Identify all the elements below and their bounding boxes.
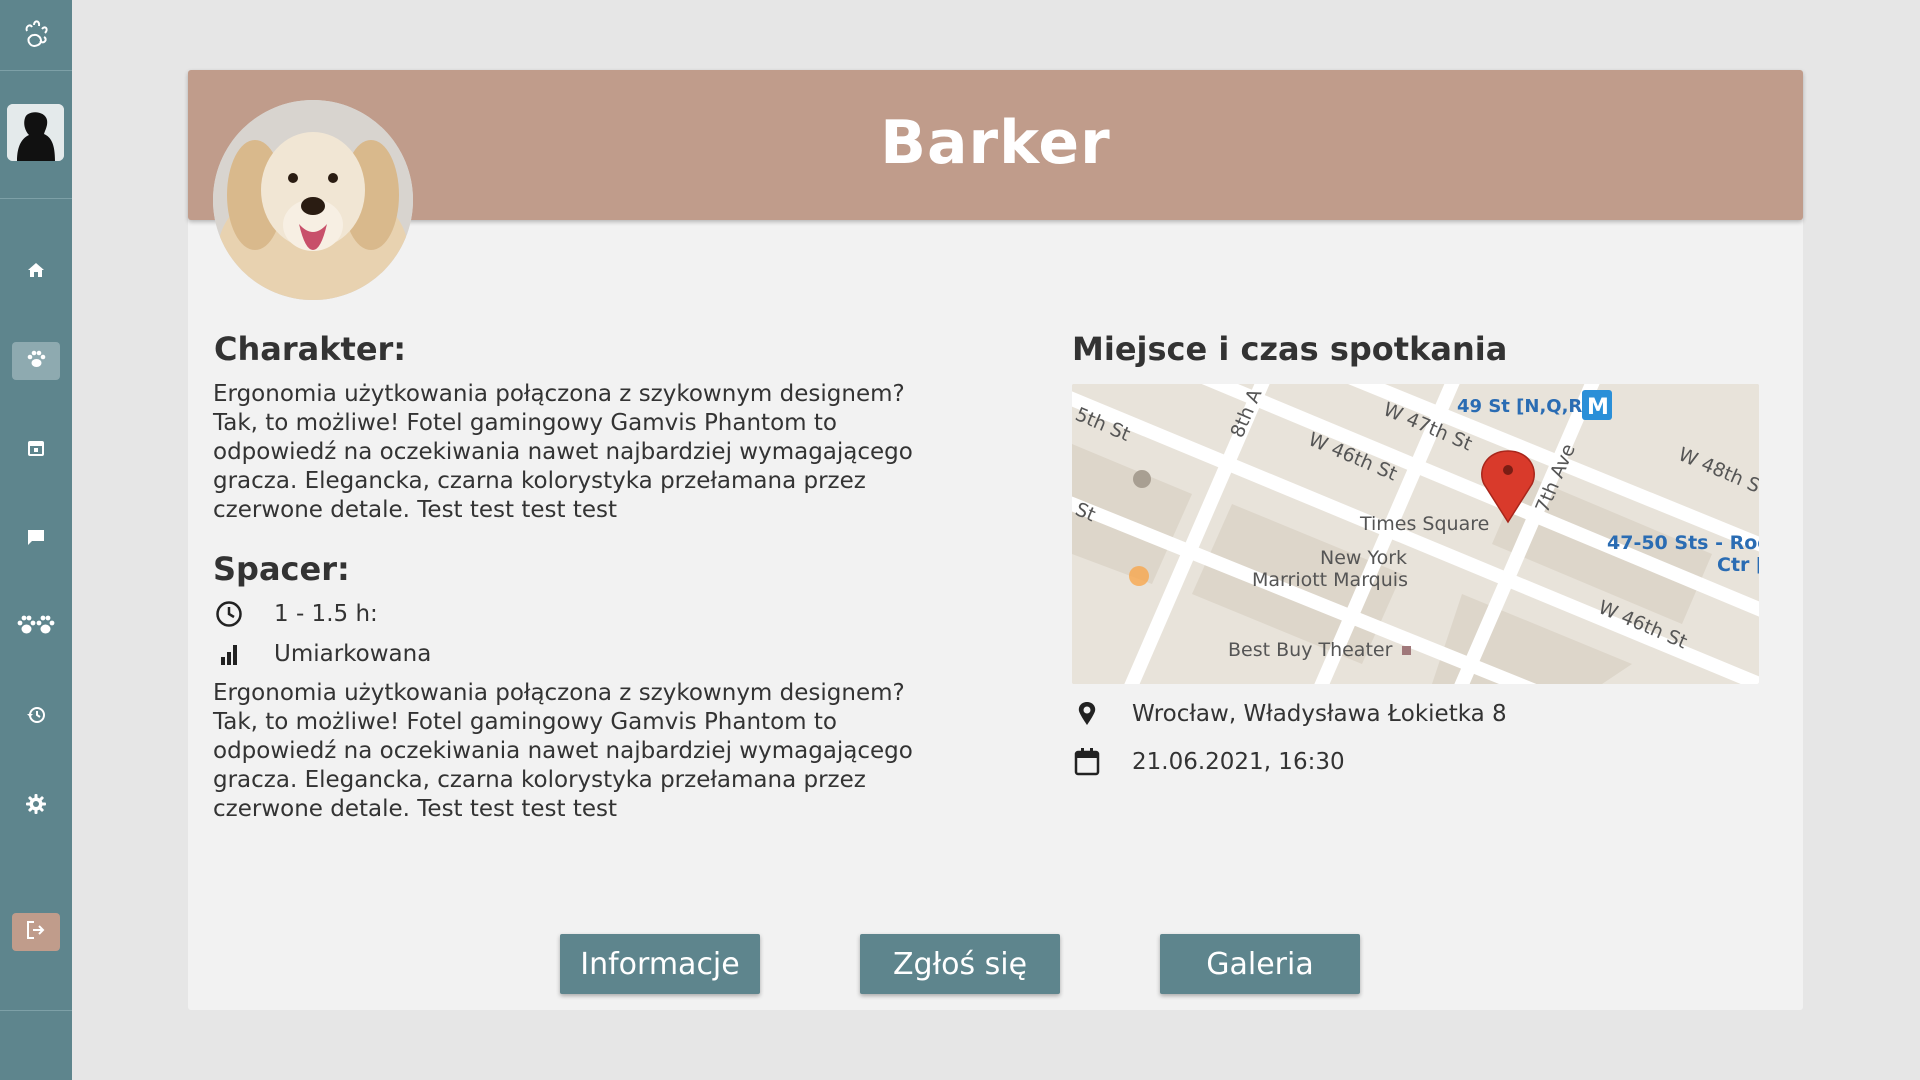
- sidebar-divider: [0, 198, 72, 199]
- paw-icon: [25, 348, 47, 374]
- meeting-address-row: Wrocław, Władysława Łokietka 8: [1072, 699, 1507, 729]
- meeting-datetime: 21.06.2021, 16:30: [1132, 749, 1345, 775]
- chat-icon: [26, 527, 46, 551]
- gear-icon: [25, 793, 47, 819]
- gallery-button[interactable]: Galeria: [1160, 934, 1360, 994]
- app-logo-icon[interactable]: [0, 0, 72, 70]
- walk-duration: 1 - 1.5 h:: [274, 601, 378, 627]
- sidebar-divider: [0, 1010, 72, 1011]
- sidebar-item-community[interactable]: [12, 609, 60, 647]
- clock-icon: [214, 599, 244, 629]
- walk-description: Ergonomia użytkowania połączona z szykow…: [213, 680, 913, 822]
- map-label: Ctr [I: [1717, 554, 1759, 576]
- sidebar-item-home[interactable]: [12, 253, 60, 291]
- logout-button[interactable]: [12, 913, 60, 951]
- walk-heading: Spacer:: [213, 550, 350, 588]
- map-label: 47-50 Sts - Roc: [1607, 532, 1759, 554]
- character-heading: Charakter:: [214, 330, 407, 368]
- sidebar-item-calendar[interactable]: [12, 431, 60, 469]
- meeting-map[interactable]: W 47th St 49 St [N,Q,R] M W 48th S W 46t…: [1072, 384, 1759, 684]
- location-pin-icon: [1072, 699, 1102, 729]
- metro-icon: M: [1587, 395, 1609, 420]
- dog-name: Barker: [880, 108, 1111, 178]
- calendar-icon: [1072, 747, 1102, 777]
- dog-photo: [213, 100, 413, 300]
- apply-button[interactable]: Zgłoś się: [860, 934, 1060, 994]
- user-avatar[interactable]: [7, 104, 64, 161]
- walk-duration-row: 1 - 1.5 h:: [214, 599, 378, 629]
- sidebar-item-dogs[interactable]: [12, 342, 60, 380]
- map-label: Best Buy Theater: [1228, 639, 1393, 661]
- sidebar-item-messages[interactable]: [12, 520, 60, 558]
- calendar-icon: [26, 438, 46, 462]
- meeting-datetime-row: 21.06.2021, 16:30: [1072, 747, 1345, 777]
- paws-group-icon: [16, 614, 56, 642]
- meeting-address: Wrocław, Władysława Łokietka 8: [1132, 701, 1507, 727]
- walk-intensity: Umiarkowana: [274, 641, 432, 667]
- sidebar-divider: [0, 70, 72, 71]
- sidebar: [0, 0, 72, 1080]
- home-icon: [26, 260, 46, 284]
- profile-banner: Barker: [188, 70, 1803, 220]
- info-button[interactable]: Informacje: [560, 934, 760, 994]
- sidebar-item-history[interactable]: [12, 698, 60, 736]
- meeting-heading: Miejsce i czas spotkania: [1072, 330, 1508, 368]
- character-description: Ergonomia użytkowania połączona z szykow…: [213, 381, 913, 523]
- map-label: 49 St [N,Q,R]: [1457, 396, 1591, 417]
- signal-bars-icon: [214, 639, 244, 669]
- map-label: Marriott Marquis: [1252, 569, 1408, 591]
- sidebar-item-settings[interactable]: [12, 787, 60, 825]
- walk-intensity-row: Umiarkowana: [214, 639, 431, 669]
- history-icon: [26, 705, 46, 729]
- logout-icon: [25, 919, 47, 945]
- map-label: Times Square: [1359, 513, 1489, 535]
- map-label: New York: [1320, 547, 1407, 569]
